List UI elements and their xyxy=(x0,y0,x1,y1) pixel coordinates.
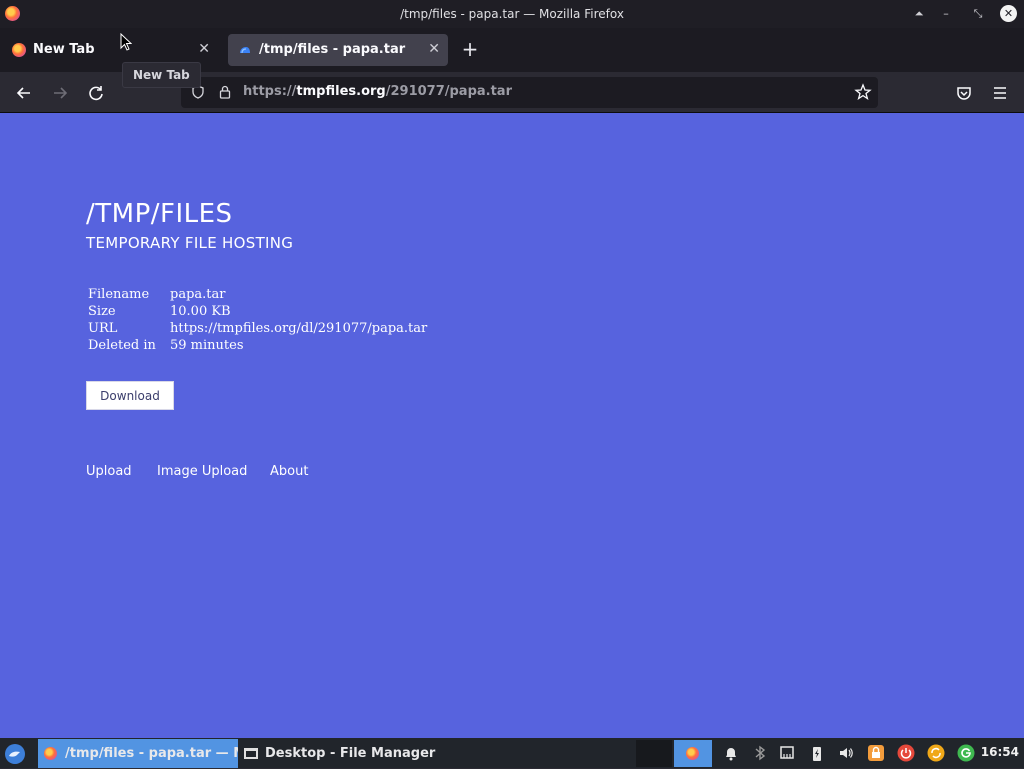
pocket-icon[interactable] xyxy=(953,82,975,104)
about-link[interactable]: About xyxy=(270,464,308,479)
taskbar: /tmp/files - papa.tar — M... Desktop - F… xyxy=(0,738,1024,768)
close-tab-icon[interactable]: ✕ xyxy=(198,41,210,57)
info-key-filename: Filename xyxy=(88,287,150,302)
bluetooth-icon[interactable] xyxy=(751,744,769,762)
info-value-url: https://tmpfiles.org/dl/291077/papa.tar xyxy=(170,321,428,336)
maximize-icon[interactable]: ⤡ xyxy=(969,5,987,23)
image-upload-link[interactable]: Image Upload xyxy=(157,464,247,479)
workspace-pager[interactable] xyxy=(636,740,672,767)
info-key-deleted: Deleted in xyxy=(88,338,156,353)
upload-link[interactable]: Upload xyxy=(86,464,132,479)
tab-label: New Tab xyxy=(33,42,95,57)
power-icon[interactable] xyxy=(897,744,915,762)
sync-g-icon[interactable] xyxy=(957,744,975,762)
table-row: Size 10.00 KB xyxy=(86,304,429,321)
firefox-icon xyxy=(44,747,57,760)
lock-screen-icon[interactable] xyxy=(867,744,885,762)
minimize-icon[interactable]: – xyxy=(937,5,955,23)
table-row: URL https://tmpfiles.org/dl/291077/papa.… xyxy=(86,321,429,338)
table-row: Deleted in 59 minutes xyxy=(86,338,429,355)
url-scheme: https:// xyxy=(243,84,297,99)
info-value-filename: papa.tar xyxy=(170,287,226,302)
close-tab-icon[interactable]: ✕ xyxy=(428,41,440,57)
update-icon[interactable] xyxy=(927,744,945,762)
bookmark-star-icon[interactable] xyxy=(854,83,872,105)
page-content: /TMP/FILES TEMPORARY FILE HOSTING Filena… xyxy=(0,113,1024,738)
tmpfiles-favicon xyxy=(238,43,252,57)
taskbar-item-file-manager[interactable]: Desktop - File Manager xyxy=(240,739,440,768)
taskbar-item-firefox[interactable]: /tmp/files - papa.tar — M... xyxy=(38,739,238,768)
close-window-icon[interactable]: ✕ xyxy=(1000,5,1017,22)
info-key-size: Size xyxy=(88,304,116,319)
url-text[interactable]: https://tmpfiles.org/291077/papa.tar xyxy=(243,84,512,99)
url-bar[interactable]: https://tmpfiles.org/291077/papa.tar xyxy=(181,77,878,108)
new-tab-button[interactable]: + xyxy=(459,38,481,60)
firefox-icon xyxy=(686,747,699,760)
download-button[interactable]: Download xyxy=(86,381,174,410)
window-titlebar: /tmp/files - papa.tar — Mozilla Firefox … xyxy=(0,0,1024,28)
tab-label: /tmp/files - papa.tar xyxy=(259,42,406,57)
table-row: Filename papa.tar xyxy=(86,287,429,304)
lock-icon[interactable] xyxy=(217,84,233,104)
window-title: /tmp/files - papa.tar — Mozilla Firefox xyxy=(400,7,624,21)
info-value-size: 10.00 KB xyxy=(170,304,231,319)
hamburger-menu-icon[interactable] xyxy=(989,82,1011,104)
back-icon[interactable] xyxy=(13,82,35,104)
notification-bell-icon[interactable] xyxy=(722,744,740,762)
window-icon xyxy=(244,748,258,759)
taskbar-item-label: Desktop - File Manager xyxy=(265,746,436,761)
url-host: tmpfiles.org xyxy=(296,84,386,99)
forward-icon[interactable] xyxy=(49,82,71,104)
tab-tmpfiles[interactable]: /tmp/files - papa.tar ✕ xyxy=(228,34,448,66)
taskbar-item-label: /tmp/files - papa.tar — M... xyxy=(65,746,238,761)
site-subtitle: TEMPORARY FILE HOSTING xyxy=(86,234,294,252)
site-title: /TMP/FILES xyxy=(86,199,233,229)
window-shade-icon[interactable]: ⏶ xyxy=(910,5,928,23)
network-icon[interactable] xyxy=(778,744,796,762)
mouse-cursor-icon xyxy=(120,32,133,55)
start-menu-icon[interactable] xyxy=(4,743,26,765)
tab-tooltip: New Tab xyxy=(122,62,201,88)
file-info-table: Filename papa.tar Size 10.00 KB URL http… xyxy=(86,287,429,355)
battery-charging-icon[interactable] xyxy=(808,744,826,762)
volume-icon[interactable] xyxy=(837,744,855,762)
url-path: /291077/papa.tar xyxy=(385,84,512,99)
workspace-active[interactable] xyxy=(674,740,712,767)
firefox-icon xyxy=(12,43,26,57)
reload-icon[interactable] xyxy=(85,82,107,104)
info-value-deleted: 59 minutes xyxy=(170,338,244,353)
taskbar-clock: 16:54 xyxy=(980,745,1019,759)
info-key-url: URL xyxy=(88,321,118,336)
